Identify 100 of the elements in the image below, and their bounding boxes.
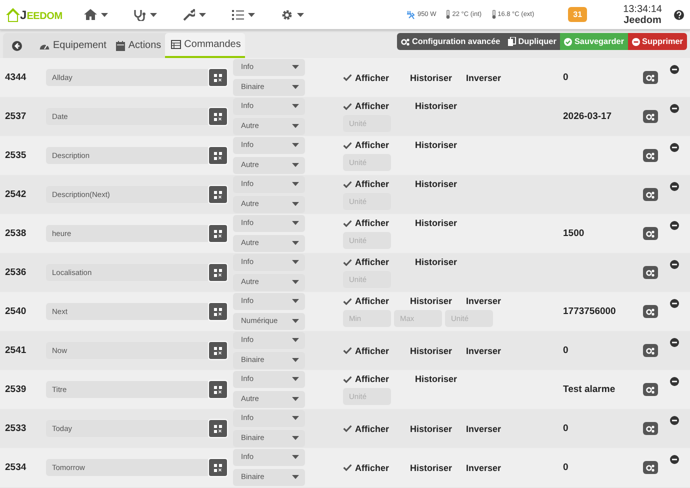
caret-icon xyxy=(292,280,299,284)
checkbox-label[interactable]: Historiser xyxy=(415,374,458,384)
grid-icon xyxy=(214,346,222,354)
checkbox-label[interactable]: Historiser xyxy=(410,424,452,434)
settings-button[interactable] xyxy=(643,383,658,396)
clock-time: 13:34:14 xyxy=(623,4,662,14)
grid-icon xyxy=(214,268,222,276)
check-icon[interactable] xyxy=(343,220,352,226)
checkbox-label[interactable]: Afficher xyxy=(355,296,390,306)
checkbox-label[interactable]: Historiser xyxy=(415,218,458,228)
gears-icon xyxy=(646,346,655,354)
settings-button[interactable] xyxy=(643,305,658,318)
checkbox-label[interactable]: Inverser xyxy=(466,296,502,306)
check-icon[interactable] xyxy=(343,464,352,471)
caret-icon xyxy=(292,124,299,128)
advanced-button[interactable]: Configuration avancée xyxy=(396,33,504,50)
check-icon[interactable] xyxy=(343,102,352,110)
checkbox-label[interactable]: Afficher xyxy=(355,346,390,356)
caret-icon xyxy=(297,12,304,16)
delete-button[interactable]: Supprimer xyxy=(628,33,687,50)
checkbox-label[interactable]: Inverser xyxy=(466,72,502,82)
checkbox-label[interactable]: Inverser xyxy=(466,424,502,434)
checkbox-label[interactable]: Inverser xyxy=(466,346,502,356)
stethoscope-icon xyxy=(134,8,146,20)
settings-button[interactable] xyxy=(643,110,658,123)
check-icon[interactable] xyxy=(343,74,352,81)
checkbox-label[interactable]: Historiser xyxy=(410,72,452,82)
check-icon[interactable] xyxy=(343,298,352,304)
object-picker-button[interactable] xyxy=(208,68,228,87)
checkbox-label[interactable]: Historiser xyxy=(415,101,458,111)
logo-text: EEDOM xyxy=(26,10,62,22)
object-picker-button[interactable] xyxy=(208,185,228,204)
object-picker-button[interactable] xyxy=(208,263,228,282)
check-icon[interactable] xyxy=(343,142,352,148)
checkbox-label[interactable]: Historiser xyxy=(415,257,458,267)
checkbox-label[interactable]: Afficher xyxy=(355,424,390,434)
check-icon[interactable] xyxy=(343,376,352,382)
checkbox-label[interactable]: Historiser xyxy=(410,462,452,472)
remove-icon[interactable] xyxy=(670,377,679,386)
remove-icon[interactable] xyxy=(670,416,679,425)
remove-icon[interactable] xyxy=(670,299,679,308)
settings-button[interactable] xyxy=(643,266,658,279)
checkbox-label[interactable]: Afficher xyxy=(355,257,390,267)
remove-icon[interactable] xyxy=(670,143,679,152)
user-name[interactable]: Jeedom xyxy=(624,14,662,26)
checkbox-label[interactable]: Afficher xyxy=(355,101,390,111)
tools-menu[interactable] xyxy=(181,6,208,22)
command-value: Test alarme xyxy=(563,384,616,395)
wrench-icon xyxy=(183,8,196,20)
checkbox-label[interactable]: Afficher xyxy=(355,179,390,189)
command-id: 2536 xyxy=(5,267,28,278)
object-picker-button[interactable] xyxy=(208,107,228,126)
remove-icon[interactable] xyxy=(670,182,679,191)
settings-button[interactable] xyxy=(643,344,658,357)
checkbox-label[interactable]: Historiser xyxy=(410,346,452,356)
settings-button[interactable] xyxy=(643,71,658,84)
checkbox-label[interactable]: Afficher xyxy=(355,462,390,472)
duplicate-button[interactable]: Dupliquer xyxy=(504,33,560,50)
help-icon[interactable] xyxy=(674,10,684,20)
settings-button[interactable] xyxy=(643,227,658,240)
checkbox-label[interactable]: Historiser xyxy=(415,179,458,189)
object-picker-button[interactable] xyxy=(208,419,228,438)
object-picker-button[interactable] xyxy=(208,302,228,321)
object-picker-button[interactable] xyxy=(208,458,228,477)
object-picker-button[interactable] xyxy=(208,224,228,243)
home-menu[interactable] xyxy=(82,6,110,22)
gears-icon xyxy=(646,308,655,316)
caret-icon xyxy=(292,474,299,478)
command-value: 0 xyxy=(563,462,568,473)
remove-icon[interactable] xyxy=(670,338,679,347)
tab[interactable]: Equipement xyxy=(33,33,110,58)
minus-circle-icon xyxy=(632,38,640,46)
checkbox-label[interactable]: Historiser xyxy=(410,296,452,306)
checkbox-label[interactable]: Afficher xyxy=(355,72,390,82)
object-picker-button[interactable] xyxy=(208,146,228,165)
tab[interactable]: Actions xyxy=(110,33,166,58)
command-value: 1500 xyxy=(563,228,584,239)
checkbox-label[interactable]: Afficher xyxy=(355,374,390,384)
remove-icon[interactable] xyxy=(670,104,679,113)
check-icon[interactable] xyxy=(343,258,352,266)
check-icon[interactable] xyxy=(343,180,352,188)
remove-icon[interactable] xyxy=(670,65,679,74)
object-picker-button[interactable] xyxy=(208,380,228,399)
checkbox-label[interactable]: Afficher xyxy=(355,140,390,150)
check-icon[interactable] xyxy=(343,347,352,354)
remove-icon[interactable] xyxy=(670,221,679,230)
tab[interactable]: Commandes xyxy=(165,33,245,58)
settings-button[interactable] xyxy=(643,422,658,435)
check-icon[interactable] xyxy=(343,425,352,432)
gears-icon xyxy=(646,112,655,120)
checkbox-label[interactable]: Afficher xyxy=(355,218,390,228)
remove-icon[interactable] xyxy=(670,260,679,269)
checkbox-label[interactable]: Historiser xyxy=(415,140,458,150)
checkbox-label[interactable]: Inverser xyxy=(466,462,502,472)
settings-button[interactable] xyxy=(643,188,658,201)
object-picker-button[interactable] xyxy=(208,341,228,360)
remove-icon[interactable] xyxy=(670,455,679,464)
settings-button[interactable] xyxy=(643,149,658,162)
settings-button[interactable] xyxy=(643,461,658,474)
command-id: 2535 xyxy=(5,150,28,161)
